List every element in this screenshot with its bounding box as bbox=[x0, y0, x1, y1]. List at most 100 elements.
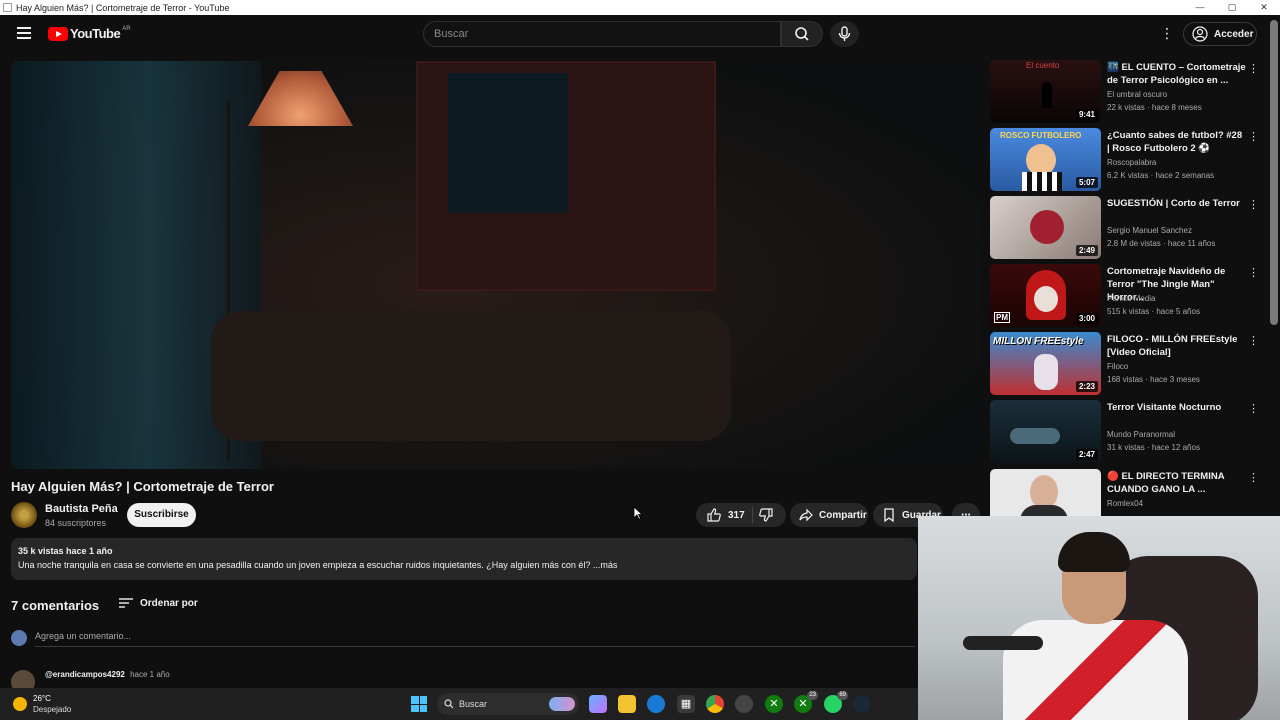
obs-icon[interactable] bbox=[735, 695, 753, 713]
rec-thumbnail[interactable]: El cuento 9:41 bbox=[990, 60, 1101, 123]
menu-icon[interactable] bbox=[17, 27, 31, 39]
window-titlebar: Hay Alguien Más? | Cortometraje de Terro… bbox=[0, 0, 1280, 15]
search-button[interactable] bbox=[781, 21, 823, 47]
rec-thumbnail[interactable]: MILLON FREEstyle 2:23 bbox=[990, 332, 1101, 395]
comment-input[interactable]: Agrega un comentario... bbox=[35, 631, 915, 647]
scene-sofa bbox=[211, 311, 731, 441]
subscribe-button[interactable]: Suscribirse bbox=[127, 503, 196, 527]
file-explorer-icon[interactable] bbox=[618, 695, 636, 713]
microphone-arm bbox=[963, 636, 1043, 650]
rec-channel[interactable]: Filoco bbox=[1107, 362, 1128, 371]
moon-weather-icon[interactable] bbox=[13, 697, 27, 711]
mouse-cursor-icon bbox=[633, 506, 643, 520]
rec-thumbnail[interactable]: 2:49 bbox=[990, 196, 1101, 259]
rec-thumbnail[interactable]: PM 3:00 bbox=[990, 264, 1101, 327]
rec-duration: 2:49 bbox=[1075, 245, 1098, 256]
comment-author-name[interactable]: @erandicampos4292 bbox=[45, 670, 125, 679]
rec-more-icon[interactable]: ⋮ bbox=[1248, 198, 1259, 211]
xbox-app-icon[interactable]: ✕ 23 bbox=[794, 691, 818, 713]
video-player[interactable] bbox=[11, 61, 981, 469]
weather-temperature[interactable]: 26°C bbox=[33, 694, 51, 703]
recommendations-list: El cuento 9:41 🌃 EL CUENTO – Cortometraj… bbox=[990, 60, 1265, 516]
rec-meta: 168 vistas · hace 3 meses bbox=[1107, 375, 1200, 384]
rec-channel[interactable]: Roscopalabra bbox=[1107, 158, 1156, 167]
like-dislike-group: 317 bbox=[696, 503, 786, 527]
maximize-button[interactable]: ▢ bbox=[1216, 0, 1248, 15]
country-code: AR bbox=[122, 25, 131, 32]
rec-thumbnail[interactable]: ROSCO FUTBOLERO 5:07 bbox=[990, 128, 1101, 191]
description-box[interactable]: 35 k vistas hace 1 año Una noche tranqui… bbox=[11, 538, 917, 580]
window-title: Hay Alguien Más? | Cortometraje de Terro… bbox=[16, 2, 230, 13]
rec-thumb-label: PM bbox=[994, 312, 1010, 323]
rec-item[interactable]: 2:47 Terror Visitante Nocturno Mundo Par… bbox=[990, 400, 1265, 463]
rec-item[interactable]: PM 3:00 Cortometraje Navideño de Terror … bbox=[990, 264, 1265, 327]
close-button[interactable]: ✕ bbox=[1248, 0, 1280, 15]
window-controls: — ▢ ✕ bbox=[1184, 0, 1280, 15]
rec-more-icon[interactable]: ⋮ bbox=[1248, 471, 1259, 484]
steam-icon[interactable] bbox=[853, 695, 871, 713]
channel-subscriber-count: 84 suscriptores bbox=[45, 518, 107, 528]
thumbs-up-icon[interactable] bbox=[706, 507, 722, 523]
comments-count: 7 comentarios bbox=[11, 598, 100, 613]
rec-channel[interactable]: Pánico Media bbox=[1107, 294, 1155, 303]
rec-more-icon[interactable]: ⋮ bbox=[1248, 266, 1259, 279]
weather-description[interactable]: Despejado bbox=[33, 705, 71, 714]
channel-avatar[interactable] bbox=[11, 502, 37, 528]
rec-item[interactable]: ROSCO FUTBOLERO 5:07 ¿Cuanto sabes de fu… bbox=[990, 128, 1265, 191]
masthead: YouTube AR Buscar ⋮ Acceder bbox=[0, 15, 1280, 53]
rec-meta: 2.8 M de vistas · hace 11 años bbox=[1107, 239, 1216, 248]
description-text: Una noche tranquila en casa se convierte… bbox=[18, 560, 618, 570]
settings-more-icon[interactable]: ⋮ bbox=[1160, 25, 1174, 42]
rec-item[interactable]: 🔴 EL DIRECTO TERMINA CUANDO GANO LA ... … bbox=[990, 469, 1265, 516]
store-icon[interactable]: ▦ bbox=[677, 695, 695, 713]
chrome-icon[interactable] bbox=[706, 695, 724, 713]
rec-title[interactable]: SUGESTIÓN | Corto de Terror bbox=[1107, 197, 1247, 210]
rec-duration: 3:00 bbox=[1075, 313, 1098, 324]
taskbar-search-label: Buscar bbox=[459, 699, 488, 709]
rec-more-icon[interactable]: ⋮ bbox=[1248, 130, 1259, 143]
windows-start-icon[interactable] bbox=[411, 696, 427, 712]
rec-item[interactable]: MILLON FREEstyle 2:23 FILOCO - MILLÓN FR… bbox=[990, 332, 1265, 395]
sort-comments-button[interactable]: Ordenar por bbox=[118, 597, 198, 609]
rec-more-icon[interactable]: ⋮ bbox=[1248, 62, 1259, 75]
thumbs-down-icon[interactable] bbox=[758, 507, 774, 523]
page-scrollbar[interactable] bbox=[1270, 20, 1278, 325]
page-favicon-icon bbox=[3, 3, 12, 12]
comment-time: hace 1 año bbox=[130, 670, 170, 679]
rec-title[interactable]: 🌃 EL CUENTO – Cortometraje de Terror Psi… bbox=[1107, 61, 1247, 87]
rec-title[interactable]: ¿Cuanto sabes de futbol? #28 | Rosco Fut… bbox=[1107, 129, 1247, 155]
xbox-icon[interactable]: ✕ bbox=[765, 695, 783, 713]
edge-browser-icon[interactable] bbox=[647, 695, 665, 713]
like-count[interactable]: 317 bbox=[728, 510, 745, 521]
rec-meta: 515 k vistas · hace 5 años bbox=[1107, 307, 1200, 316]
voice-search-button[interactable] bbox=[830, 21, 859, 47]
rec-thumb-label: ROSCO FUTBOLERO bbox=[1000, 131, 1082, 140]
rec-title[interactable]: Terror Visitante Nocturno bbox=[1107, 401, 1247, 414]
rec-duration: 2:23 bbox=[1075, 381, 1098, 392]
rec-thumbnail[interactable] bbox=[990, 469, 1101, 516]
minimize-button[interactable]: — bbox=[1184, 0, 1216, 15]
rec-title[interactable]: 🔴 EL DIRECTO TERMINA CUANDO GANO LA ... bbox=[1107, 470, 1247, 496]
search-input[interactable]: Buscar bbox=[423, 21, 781, 47]
copilot-icon[interactable] bbox=[589, 695, 607, 713]
channel-name[interactable]: Bautista Peña bbox=[45, 503, 118, 515]
account-icon bbox=[1192, 26, 1208, 42]
rec-thumbnail[interactable]: 2:47 bbox=[990, 400, 1101, 463]
rec-duration: 2:47 bbox=[1075, 449, 1098, 460]
rec-channel[interactable]: Mundo Paranormal bbox=[1107, 430, 1175, 439]
share-button[interactable]: Compartir bbox=[790, 503, 868, 527]
rec-more-icon[interactable]: ⋮ bbox=[1248, 334, 1259, 347]
rec-more-icon[interactable]: ⋮ bbox=[1248, 402, 1259, 415]
whatsapp-icon[interactable]: 69 bbox=[824, 691, 848, 713]
rec-channel[interactable]: El umbral oscuro bbox=[1107, 90, 1167, 99]
comment-author: @erandicampos4292 hace 1 año bbox=[45, 670, 170, 679]
rec-item[interactable]: El cuento 9:41 🌃 EL CUENTO – Cortometraj… bbox=[990, 60, 1265, 123]
rec-channel[interactable]: Sergio Manuel Sanchez bbox=[1107, 226, 1192, 235]
rec-title[interactable]: FILOCO - MILLÓN FREEstyle [Video Oficial… bbox=[1107, 333, 1247, 359]
taskbar-search[interactable]: Buscar bbox=[437, 693, 579, 715]
rec-item[interactable]: 2:49 SUGESTIÓN | Corto de Terror Sergio … bbox=[990, 196, 1265, 259]
sign-in-button[interactable]: Acceder bbox=[1183, 22, 1257, 46]
rec-channel[interactable]: Romlex04 bbox=[1107, 499, 1143, 508]
rec-duration: 9:41 bbox=[1075, 109, 1098, 120]
youtube-logo[interactable]: YouTube AR bbox=[48, 26, 131, 41]
